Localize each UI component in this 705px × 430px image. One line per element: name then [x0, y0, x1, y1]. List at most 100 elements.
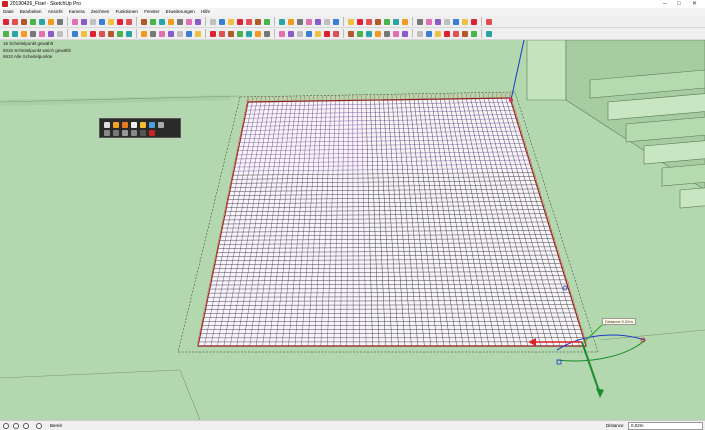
plugin-13-icon[interactable]: [117, 30, 123, 37]
pan-icon[interactable]: [195, 18, 201, 25]
iso-view-icon[interactable]: [246, 18, 252, 25]
distance-handle[interactable]: [583, 321, 606, 343]
line-icon[interactable]: [39, 18, 45, 25]
plugin-43-icon[interactable]: [417, 30, 423, 37]
green-axis-arrow[interactable]: [581, 341, 601, 395]
3d-viewport[interactable]: 16 Scheitelpunkt gewählt 5016 Scheitelpu…: [0, 40, 705, 420]
rectangle-icon[interactable]: [57, 18, 63, 25]
palette-stop-icon[interactable]: [149, 130, 155, 136]
circle-icon[interactable]: [72, 18, 78, 25]
zoom-window-icon[interactable]: [219, 18, 225, 25]
plugin-19-icon[interactable]: [177, 30, 183, 37]
plugin-12-icon[interactable]: [108, 30, 114, 37]
plugin-10-icon[interactable]: [90, 30, 96, 37]
plugin-17-icon[interactable]: [159, 30, 165, 37]
geo-location-icon[interactable]: [3, 423, 9, 429]
palette-move-icon[interactable]: [113, 122, 119, 128]
section-plane-icon[interactable]: [366, 18, 372, 25]
plugin-14-icon[interactable]: [126, 30, 132, 37]
plugin-36-icon[interactable]: [348, 30, 354, 37]
plugin-27-icon[interactable]: [255, 30, 261, 37]
menu-item-bearbeiten[interactable]: Bearbeiten: [20, 8, 42, 16]
palette-edge-icon[interactable]: [113, 130, 119, 136]
plugin-9-icon[interactable]: [81, 30, 87, 37]
eraser-icon[interactable]: [30, 18, 36, 25]
palette-close-icon[interactable]: [158, 122, 164, 128]
plugin-7-icon[interactable]: [57, 30, 63, 37]
offset-icon[interactable]: [126, 18, 132, 25]
wireframe-icon[interactable]: [315, 18, 321, 25]
maximize-button[interactable]: □: [677, 0, 681, 8]
dimension-icon[interactable]: [168, 18, 174, 25]
plugin-16-icon[interactable]: [150, 30, 156, 37]
plugin-18-icon[interactable]: [168, 30, 174, 37]
plugin-21-icon[interactable]: [195, 30, 201, 37]
help-icon[interactable]: [36, 423, 42, 429]
plugin-29-icon[interactable]: [279, 30, 285, 37]
measurement-input[interactable]: 0,02m: [628, 422, 703, 430]
shaded-icon[interactable]: [333, 18, 339, 25]
ruby-icon[interactable]: [417, 18, 423, 25]
match-photo-icon[interactable]: [486, 18, 492, 25]
text-icon[interactable]: [150, 18, 156, 25]
outliner-icon[interactable]: [444, 18, 450, 25]
plugin-2-icon[interactable]: [12, 30, 18, 37]
menu-item-funktionen[interactable]: Funktionen: [116, 8, 138, 16]
plugin-23-icon[interactable]: [219, 30, 225, 37]
polygon-icon[interactable]: [81, 18, 87, 25]
left-view-icon[interactable]: [297, 18, 303, 25]
plugin-25-icon[interactable]: [237, 30, 243, 37]
palette-magnet-icon[interactable]: [140, 122, 146, 128]
sandbox-icon[interactable]: [435, 18, 441, 25]
tape-measure-icon[interactable]: [141, 18, 147, 25]
menu-item-zeichnen[interactable]: Zeichnen: [91, 8, 110, 16]
plugin-22-icon[interactable]: [210, 30, 216, 37]
back-view-icon[interactable]: [288, 18, 294, 25]
plugin-45-icon[interactable]: [435, 30, 441, 37]
solid-tools-icon[interactable]: [426, 18, 432, 25]
protractor-icon[interactable]: [177, 18, 183, 25]
plugin-33-icon[interactable]: [315, 30, 321, 37]
plugin-38-icon[interactable]: [366, 30, 372, 37]
zoom-extents-icon[interactable]: [228, 18, 234, 25]
textured-icon[interactable]: [348, 18, 354, 25]
palette-lasso-icon[interactable]: [131, 130, 137, 136]
plugin-50-icon[interactable]: [486, 30, 492, 37]
palette-select-icon[interactable]: [104, 122, 110, 128]
plugin-24-icon[interactable]: [228, 30, 234, 37]
axes-icon[interactable]: [159, 18, 165, 25]
arc-icon[interactable]: [48, 18, 54, 25]
warehouse-icon[interactable]: [384, 18, 390, 25]
close-button[interactable]: ✕: [692, 0, 697, 8]
plugin-39-icon[interactable]: [375, 30, 381, 37]
user-account-icon[interactable]: [23, 423, 29, 429]
menu-item-ansicht[interactable]: Ansicht: [48, 8, 63, 16]
plugin-6-icon[interactable]: [48, 30, 54, 37]
scene-canvas[interactable]: [0, 40, 705, 420]
push-pull-icon[interactable]: [90, 18, 96, 25]
minimize-button[interactable]: –: [663, 0, 666, 8]
plugin-44-icon[interactable]: [426, 30, 432, 37]
rotate-icon[interactable]: [108, 18, 114, 25]
component-icon[interactable]: [12, 18, 18, 25]
plugin-30-icon[interactable]: [288, 30, 294, 37]
top-view-icon[interactable]: [255, 18, 261, 25]
plugin-47-icon[interactable]: [453, 30, 459, 37]
palette-vertex-icon[interactable]: [104, 130, 110, 136]
palette-rotate-icon[interactable]: [122, 122, 128, 128]
monochrome-icon[interactable]: [357, 18, 363, 25]
plugin-15-icon[interactable]: [141, 30, 147, 37]
green-arrow-head[interactable]: [596, 388, 604, 398]
plugin-48-icon[interactable]: [462, 30, 468, 37]
plugin-5-icon[interactable]: [39, 30, 45, 37]
vertex-marker[interactable]: [509, 98, 513, 102]
plugin-32-icon[interactable]: [306, 30, 312, 37]
xray-icon[interactable]: [306, 18, 312, 25]
palette-scale-icon[interactable]: [131, 122, 137, 128]
extension-icon[interactable]: [393, 18, 399, 25]
credits-icon[interactable]: [13, 423, 19, 429]
plugin-20-icon[interactable]: [186, 30, 192, 37]
plugin-8-icon[interactable]: [72, 30, 78, 37]
plugin-46-icon[interactable]: [444, 30, 450, 37]
section-display-icon[interactable]: [375, 18, 381, 25]
